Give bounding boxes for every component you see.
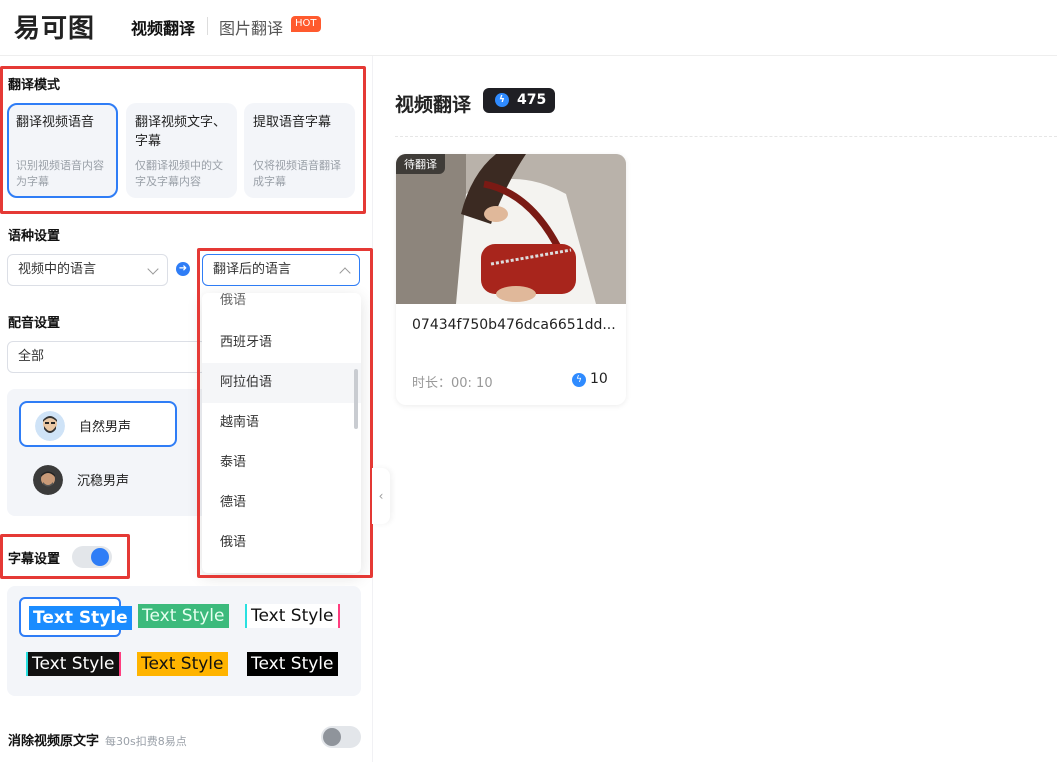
page-title: 视频翻译 [395, 94, 472, 116]
text-style-panel: Text Style Text Style Text Style Text St… [7, 586, 361, 696]
highlight-box-mode [0, 66, 366, 214]
video-thumbnail[interactable]: 待翻译 [396, 154, 626, 304]
text-style-option-3[interactable]: Text Style [247, 604, 338, 628]
text-style-option-1[interactable]: Text Style [29, 606, 132, 630]
erase-text-note: 每30s扣费8易点 [105, 735, 187, 748]
text-style-option-2[interactable]: Text Style [138, 604, 229, 628]
hot-badge: HOT [291, 16, 321, 32]
chevron-down-icon [147, 263, 159, 275]
voice-label: 沉稳男声 [77, 474, 130, 489]
logo[interactable]: 易可图 [14, 8, 95, 45]
video-card[interactable]: 待翻译 07434f750b476dca6651dd... 时长：00: 10 … [396, 154, 626, 405]
voice-label: 自然男声 [79, 420, 132, 435]
video-duration: 时长：00: 10 [412, 376, 493, 391]
lang-section-title: 语种设置 [8, 229, 61, 244]
avatar [35, 411, 65, 441]
dub-filter-value: 全部 [18, 349, 45, 364]
highlight-box-subtitle [0, 534, 130, 579]
nav-video-translate[interactable]: 视频翻译 [131, 15, 195, 39]
erase-text-toggle[interactable] [321, 726, 361, 748]
nav-image-translate[interactable]: 图片翻译 [219, 15, 283, 39]
video-cost-value: 10 [590, 371, 608, 387]
text-style-option-6[interactable]: Text Style [247, 652, 338, 676]
arrow-right-icon: ➜ [176, 262, 190, 276]
nav-divider [207, 17, 208, 35]
credit-balance-badge: ϟ 475 [483, 88, 555, 113]
text-style-option-5[interactable]: Text Style [137, 652, 228, 676]
source-language-value: 视频中的语言 [18, 262, 97, 277]
video-thumbnail-image [396, 154, 626, 304]
dub-filter-select[interactable]: 全部 [7, 341, 207, 373]
header-divider [395, 136, 1057, 137]
toggle-knob [323, 728, 341, 746]
text-style-option-4[interactable]: Text Style [28, 652, 119, 676]
dub-section-title: 配音设置 [8, 316, 61, 331]
lightning-icon: ϟ [495, 93, 509, 107]
credit-balance-value: 475 [517, 92, 547, 108]
erase-text-section: 消除视频原文字 每30s扣费8易点 [8, 730, 187, 749]
video-filename: 07434f750b476dca6651dd... [412, 317, 616, 333]
voice-option-steady-male[interactable]: 沉稳男声 [19, 457, 177, 503]
voice-option-natural-male[interactable]: 自然男声 [19, 401, 177, 447]
source-language-select[interactable]: 视频中的语言 [7, 254, 168, 286]
top-bar: 易可图 视频翻译 图片翻译 HOT [0, 0, 1057, 56]
avatar [33, 465, 63, 495]
erase-text-title: 消除视频原文字 [8, 734, 100, 749]
video-cost: ϟ 10 [572, 371, 608, 387]
highlight-box-language [197, 248, 373, 578]
lightning-icon: ϟ [572, 373, 586, 387]
collapse-sidebar-button[interactable]: ‹ [372, 468, 390, 524]
status-badge: 待翻译 [396, 154, 445, 174]
